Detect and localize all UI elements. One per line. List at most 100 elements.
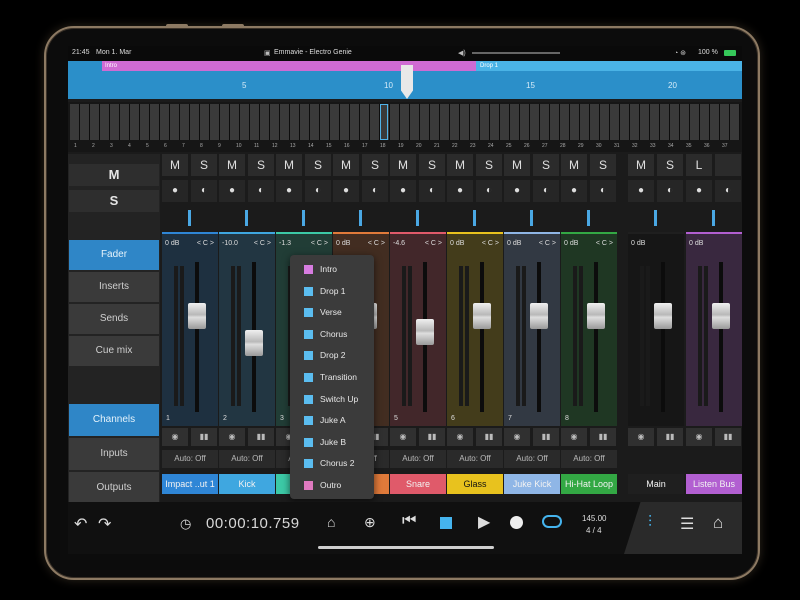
channel-name[interactable]: Listen Bus [686, 474, 742, 494]
grid-icon[interactable]: ☰ [680, 514, 694, 534]
monitor-icon[interactable]: ◐ [590, 180, 616, 202]
solo-button[interactable]: S [590, 154, 616, 176]
loop-icon[interactable] [542, 515, 562, 528]
fader-thumb[interactable] [587, 302, 605, 329]
monitor-icon[interactable]: ◐ [476, 180, 502, 202]
channel-name[interactable]: Kick [219, 474, 275, 494]
fader-thumb[interactable] [712, 302, 730, 329]
record-arm-icon[interactable]: ● [333, 180, 359, 202]
mute-button[interactable]: L [686, 154, 712, 176]
record-arm-icon[interactable]: ● [447, 180, 473, 202]
automation-button[interactable]: Auto: Off [162, 450, 218, 468]
monitor-icon[interactable]: ◐ [419, 180, 445, 202]
mute-button[interactable]: M [561, 154, 587, 176]
record-arm-icon[interactable]: ● [162, 180, 188, 202]
type-inputs-button[interactable]: Inputs [69, 438, 159, 470]
input-icon[interactable]: ◉ [219, 428, 245, 446]
monitor-icon[interactable]: ◐ [533, 180, 559, 202]
tempo[interactable]: 145.00 [582, 514, 606, 523]
mute-all-button[interactable]: M [69, 164, 159, 186]
input-icon[interactable]: ◉ [504, 428, 530, 446]
fader-thumb[interactable] [245, 329, 263, 356]
volume-slider[interactable] [472, 52, 560, 54]
stop-icon[interactable] [440, 517, 452, 529]
fader-thumb[interactable] [416, 319, 434, 345]
insert-icon[interactable]: ▮▮ [191, 428, 217, 446]
home-icon[interactable]: ⌂ [713, 513, 723, 533]
mute-button[interactable]: M [162, 154, 188, 176]
section-intro[interactable]: Intro [102, 61, 476, 71]
record-arm-icon[interactable]: ● [686, 180, 712, 202]
dropdown-item[interactable]: Outro [290, 475, 374, 496]
pan-label[interactable]: < C > [596, 240, 613, 247]
channel-name[interactable]: Main [628, 474, 684, 494]
solo-button[interactable]: S [362, 154, 388, 176]
insert-icon[interactable]: ▮▮ [248, 428, 274, 446]
playhead[interactable] [401, 65, 413, 99]
transport-time[interactable]: 00:00:10.759 [206, 515, 300, 532]
dropdown-item[interactable]: Verse [290, 302, 374, 323]
mute-button[interactable]: M [219, 154, 245, 176]
mute-button[interactable]: M [628, 154, 654, 176]
monitor-icon[interactable]: ◐ [657, 180, 683, 202]
record-arm-icon[interactable]: ● [390, 180, 416, 202]
automation-button[interactable]: Auto: Off [390, 450, 446, 468]
fader-thumb[interactable] [530, 302, 548, 329]
type-outputs-button[interactable]: Outputs [69, 472, 159, 504]
pan-label[interactable]: < C > [254, 240, 271, 247]
record-icon[interactable] [510, 516, 523, 529]
pan-label[interactable]: < C > [197, 240, 214, 247]
solo-button[interactable]: S [305, 154, 331, 176]
solo-button[interactable]: S [533, 154, 559, 176]
undo-icon[interactable]: ↶ [74, 514, 87, 534]
dropdown-item[interactable]: Drop 1 [290, 281, 374, 302]
mute-button[interactable]: M [390, 154, 416, 176]
solo-button[interactable]: S [476, 154, 502, 176]
view-sends-button[interactable]: Sends [69, 304, 159, 334]
time-signature[interactable]: 4 / 4 [586, 526, 602, 535]
solo-all-button[interactable]: S [69, 190, 159, 212]
record-arm-icon[interactable]: ● [276, 180, 302, 202]
monitor-icon[interactable]: ◐ [248, 180, 274, 202]
dropdown-item[interactable]: Drop 2 [290, 345, 374, 366]
mute-button[interactable]: M [276, 154, 302, 176]
input-icon[interactable]: ◉ [628, 428, 654, 446]
solo-button[interactable]: S [191, 154, 217, 176]
pan-label[interactable]: < C > [482, 240, 499, 247]
monitor-icon[interactable]: ◐ [191, 180, 217, 202]
monitor-icon[interactable]: ◐ [362, 180, 388, 202]
play-icon[interactable]: ▶ [478, 512, 490, 532]
fader-thumb[interactable] [473, 302, 491, 329]
keys[interactable] [70, 104, 740, 140]
automation-button[interactable]: Auto: Off [447, 450, 503, 468]
record-arm-icon[interactable]: ● [504, 180, 530, 202]
marker-icon[interactable]: ⌂ [327, 514, 335, 530]
input-icon[interactable]: ◉ [162, 428, 188, 446]
piano-keyboard[interactable]: 1 2 3 4 5 6 7 8 9 10 11 12 13 14 15 16 17 18 19 20 21 22 23 24 2… [68, 102, 742, 152]
dropdown-item[interactable]: Transition [290, 367, 374, 388]
insert-icon[interactable]: ▮▮ [419, 428, 445, 446]
view-cue-mix-button[interactable]: Cue mix [69, 336, 159, 366]
mute-button[interactable]: M [333, 154, 359, 176]
channel-name[interactable]: Hi-Hat Loop [561, 474, 617, 494]
mixer-icon[interactable]: ⫶ [648, 514, 652, 532]
solo-button[interactable] [715, 154, 741, 176]
dropdown-item[interactable]: Intro [290, 259, 374, 280]
input-icon[interactable]: ◉ [561, 428, 587, 446]
dropdown-item[interactable]: Chorus [290, 324, 374, 345]
dropdown-item[interactable]: Juke B [290, 432, 374, 453]
pan-label[interactable]: < C > [425, 240, 442, 247]
section-drop-1[interactable]: Drop 1 [476, 61, 742, 71]
automation-button[interactable]: Auto: Off [561, 450, 617, 468]
monitor-icon[interactable]: ◐ [715, 180, 741, 202]
record-arm-icon[interactable]: ● [219, 180, 245, 202]
add-marker-icon[interactable]: ⊕ [364, 514, 376, 531]
timeline[interactable]: Intro Drop 1 5 10 15 20 [102, 61, 742, 99]
solo-button[interactable]: S [657, 154, 683, 176]
dropdown-item[interactable]: Juke A [290, 410, 374, 431]
insert-icon[interactable]: ▮▮ [715, 428, 741, 446]
channel-name[interactable]: Snare [390, 474, 446, 494]
pan-label[interactable]: < C > [368, 240, 385, 247]
monitor-icon[interactable]: ◐ [305, 180, 331, 202]
record-arm-icon[interactable]: ● [628, 180, 654, 202]
